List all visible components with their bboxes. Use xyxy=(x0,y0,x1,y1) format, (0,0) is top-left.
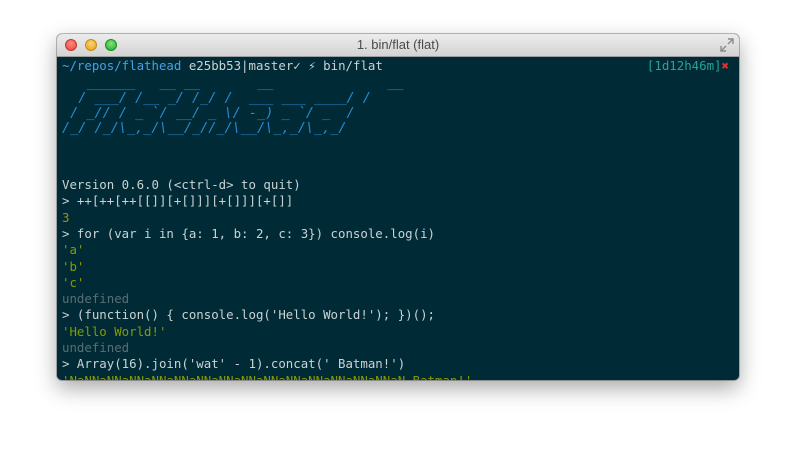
exit-status-icon: ✖ xyxy=(721,58,729,73)
prompt-command: bin/flat xyxy=(323,58,383,73)
prompt-branch: master xyxy=(248,58,294,73)
terminal-line: Version 0.6.0 (<ctrl-d> to quit) xyxy=(62,177,301,192)
prompt-clean-check: ✓ xyxy=(293,58,301,73)
fullscreen-icon[interactable] xyxy=(720,38,734,52)
terminal-line: undefined xyxy=(62,291,130,307)
terminal-line: 'b' xyxy=(62,258,85,274)
shell-prompt: ~/repos/flathead e25bb53|master✓ ⚡ bin/f… xyxy=(62,58,383,74)
terminal-window: 1. bin/flat (flat) ~/repos/flathead e25b… xyxy=(57,34,739,380)
terminal-line: 'c' xyxy=(62,274,85,290)
session-timer: [1d12h46m]✖ xyxy=(647,58,729,74)
prompt-path: ~/repos/flathead xyxy=(62,58,182,73)
terminal-line: 'a' xyxy=(62,242,85,258)
terminal-line: 'NaNNaNNaNNaNNaNNaNNaNNaNNaNNaNNaNNaNNaN… xyxy=(62,373,472,380)
terminal-line: > ++[++[++[[]][+[]]][+[]]][+[]] xyxy=(62,193,294,209)
terminal-line: > (function() { console.log('Hello World… xyxy=(62,307,435,323)
terminal-line: > Array(16).join('wat' - 1).concat(' Bat… xyxy=(62,356,406,372)
prompt-separator: | xyxy=(241,58,249,73)
timer-text: [1d12h46m] xyxy=(646,58,722,73)
terminal-content[interactable]: ~/repos/flathead e25bb53|master✓ ⚡ bin/f… xyxy=(57,57,739,380)
terminal-line: 'Hello World!' xyxy=(62,323,167,339)
ascii-banner: ______ __ __ __ __ / ___/ /__ _/ /_/ / _… xyxy=(62,75,404,136)
prompt-bolt-icon: ⚡ xyxy=(308,58,316,73)
prompt-commit-hash: e25bb53 xyxy=(188,58,242,73)
window-title: 1. bin/flat (flat) xyxy=(356,37,440,52)
terminal-line: > for (var i in {a: 1, b: 2, c: 3}) cons… xyxy=(62,225,435,241)
title-bar[interactable]: 1. bin/flat (flat) xyxy=(57,34,739,57)
terminal-line: undefined xyxy=(62,340,130,355)
terminal-line: 3 xyxy=(62,209,70,225)
